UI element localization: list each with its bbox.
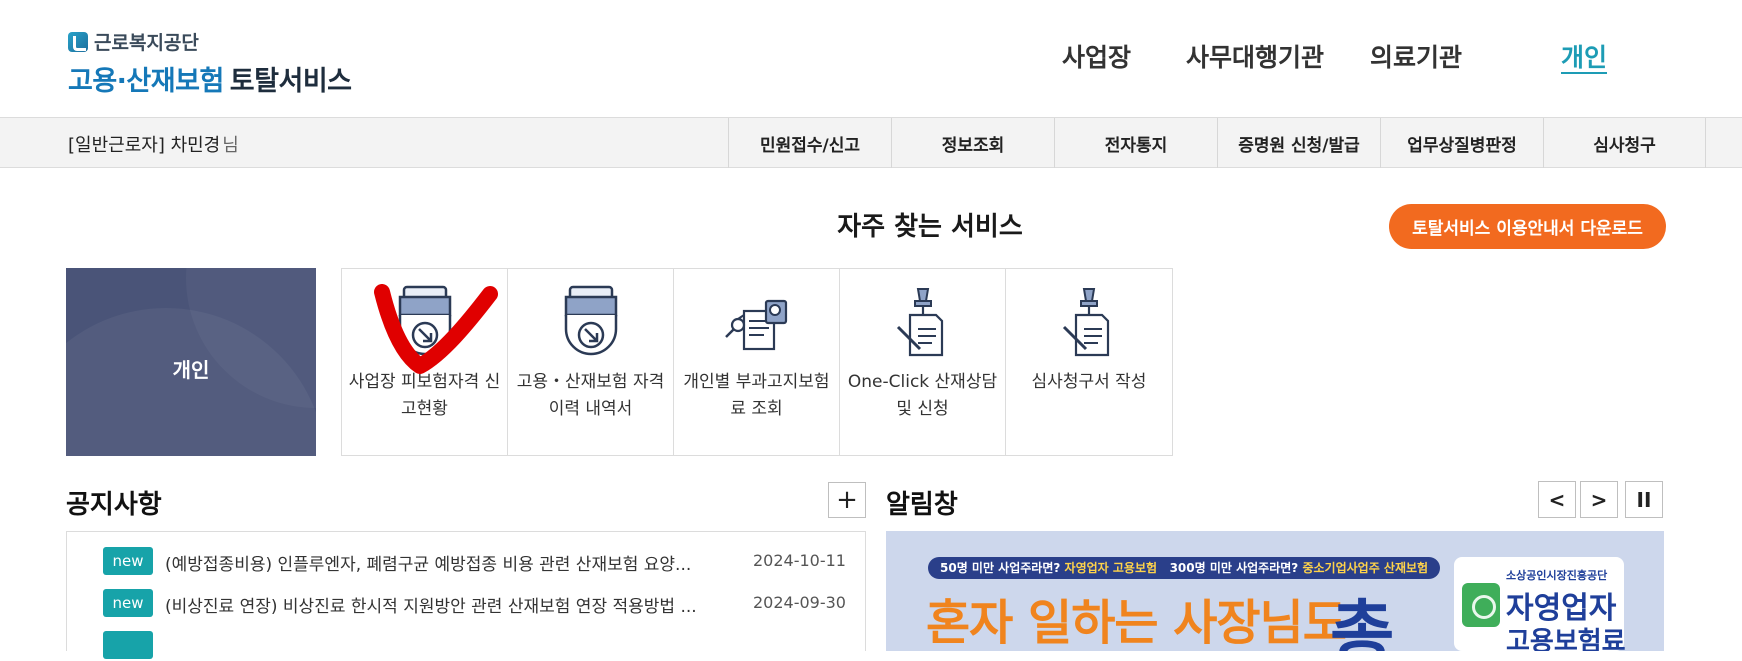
money-icon (1462, 583, 1500, 627)
menu-review-request[interactable]: 심사청구 (1543, 118, 1706, 168)
user-honorific: 님 (222, 135, 239, 156)
favorites-grid: 사업장 피보험자격 신고현황 고용・산재보험 자격 이력 내역서 개인별 부과고… (341, 268, 1173, 456)
service-item-label: 고용・산재보험 자격 이력 내역서 (516, 372, 665, 419)
guide-download-button[interactable]: 토탈서비스 이용안내서 다운로드 (1389, 204, 1666, 249)
site-logo[interactable]: 근로복지공단 고용·산재보험 토탈서비스 (68, 28, 352, 98)
site-header: 근로복지공단 고용·산재보험 토탈서비스 사업장 사무대행기관 의료기관 개인 (0, 0, 1742, 118)
new-badge: new (103, 547, 153, 575)
new-badge (103, 631, 153, 659)
notice-list: new (예방접종비용) 인플루엔자, 폐렴구균 예방접종 비용 관련 산재보험… (66, 531, 866, 659)
notice-item[interactable]: new (비상진료 연장) 비상진료 한시적 지원방안 관련 산재보험 연장 적… (103, 589, 853, 619)
alert-banner[interactable]: 50명 미만 사업주라면? 자영업자 고용보험 300명 미만 사업주라면? 중… (886, 531, 1664, 651)
menu-civil-application[interactable]: 민원접수/신고 (728, 118, 891, 168)
notice-item[interactable]: new (예방접종비용) 인플루엔자, 폐렴구균 예방접종 비용 관련 산재보험… (103, 547, 853, 577)
service-item-insurance-history[interactable]: 고용・산재보험 자격 이력 내역서 (508, 269, 674, 455)
banner-headline: 혼자 일하는 사장님도 (926, 595, 1347, 651)
main-menu: 민원접수/신고 정보조회 전자통지 증명원 신청/발급 업무상질병판정 심사청구 (728, 118, 1706, 168)
document-search-icon (724, 299, 787, 351)
pin-document-icon (896, 288, 943, 357)
service-item-one-click[interactable]: One-Click 산재상담 및 신청 (840, 269, 1006, 455)
download-monitor-icon (564, 285, 617, 356)
nav-medical[interactable]: 의료기관 (1370, 38, 1462, 74)
service-item-label: 심사청구서 작성 (1031, 372, 1147, 392)
new-badge: new (103, 589, 153, 617)
user-name: [일반근로자] 차민경 (68, 135, 221, 156)
nav-individual[interactable]: 개인 (1561, 38, 1607, 74)
persona-label: 개인 (172, 358, 210, 382)
alert-title: 알림창 (886, 490, 958, 520)
org-name: 근로복지공단 (68, 28, 352, 55)
banner-card-org: 소상공인시장진흥공단 (1506, 569, 1608, 582)
pin-document-icon (1062, 288, 1110, 357)
banner-card: 소상공인시장진흥공단 자영업자 고용보험료 (1454, 557, 1626, 651)
notice-item-title[interactable]: (예방접종비용) 인플루엔자, 폐렴구균 예방접종 비용 관련 산재보험 요양.… (165, 550, 705, 575)
service-item-premium-inquiry[interactable]: 개인별 부과고지보험료 조회 (674, 269, 840, 455)
banner-strip-highlight: 자영업자 고용보험 (1064, 561, 1158, 575)
banner-strip-text: 50명 미만 사업주라면? (940, 561, 1061, 575)
notice-item-date: 2024-10-11 (753, 551, 846, 570)
banner-card-line2: 고용보험료 (1506, 627, 1626, 651)
nav-agency[interactable]: 사무대행기관 (1186, 38, 1324, 74)
notice-item[interactable] (103, 631, 853, 661)
user-bar: [일반근로자] 차민경 님 민원접수/신고 정보조회 전자통지 증명원 신청/발급… (0, 118, 1742, 168)
carousel-next-button[interactable]: > (1580, 481, 1618, 518)
menu-info-inquiry[interactable]: 정보조회 (891, 118, 1054, 168)
service-item-review-form[interactable]: 심사청구서 작성 (1006, 269, 1172, 455)
banner-strip: 50명 미만 사업주라면? 자영업자 고용보험 300명 미만 사업주라면? 중… (928, 557, 1441, 579)
org-logo-icon (68, 31, 88, 52)
menu-e-notice[interactable]: 전자통지 (1054, 118, 1217, 168)
banner-strip-highlight: 중소기업사업주 산재보험 (1302, 561, 1429, 575)
service-title: 고용·산재보험 토탈서비스 (68, 59, 352, 98)
user-info: [일반근로자] 차민경 님 (68, 131, 239, 157)
download-monitor-icon (398, 285, 451, 356)
service-item-workplace-status[interactable]: 사업장 피보험자격 신고현황 (342, 269, 508, 455)
service-title-b: 토탈서비스 (229, 66, 352, 97)
service-item-label: One-Click 산재상담 및 신청 (847, 372, 998, 419)
notice-item-title[interactable]: (비상진료 연장) 비상진료 한시적 지원방안 관련 산재보험 연장 적용방법 … (165, 592, 705, 617)
banner-strip-text: 300명 미만 사업주라면? (1169, 561, 1299, 575)
service-item-label: 개인별 부과고지보험료 조회 (683, 372, 830, 419)
notice-item-date: 2024-09-30 (753, 593, 846, 612)
menu-occupational-disease[interactable]: 업무상질병판정 (1380, 118, 1543, 168)
notice-more-button[interactable]: + (828, 482, 866, 518)
service-title-a: 고용·산재보험 (68, 66, 224, 97)
org-name-text: 근로복지공단 (94, 32, 199, 54)
carousel-prev-button[interactable]: < (1538, 481, 1576, 518)
service-item-label: 사업장 피보험자격 신고현황 (348, 372, 501, 419)
banner-big-text: 총 (1330, 592, 1395, 651)
menu-certificate[interactable]: 증명원 신청/발급 (1217, 118, 1380, 168)
carousel-pause-button[interactable]: II (1625, 481, 1663, 518)
persona-panel: 개인 (66, 268, 316, 456)
notice-title: 공지사항 (66, 490, 162, 520)
nav-workplace[interactable]: 사업장 (1062, 38, 1131, 74)
